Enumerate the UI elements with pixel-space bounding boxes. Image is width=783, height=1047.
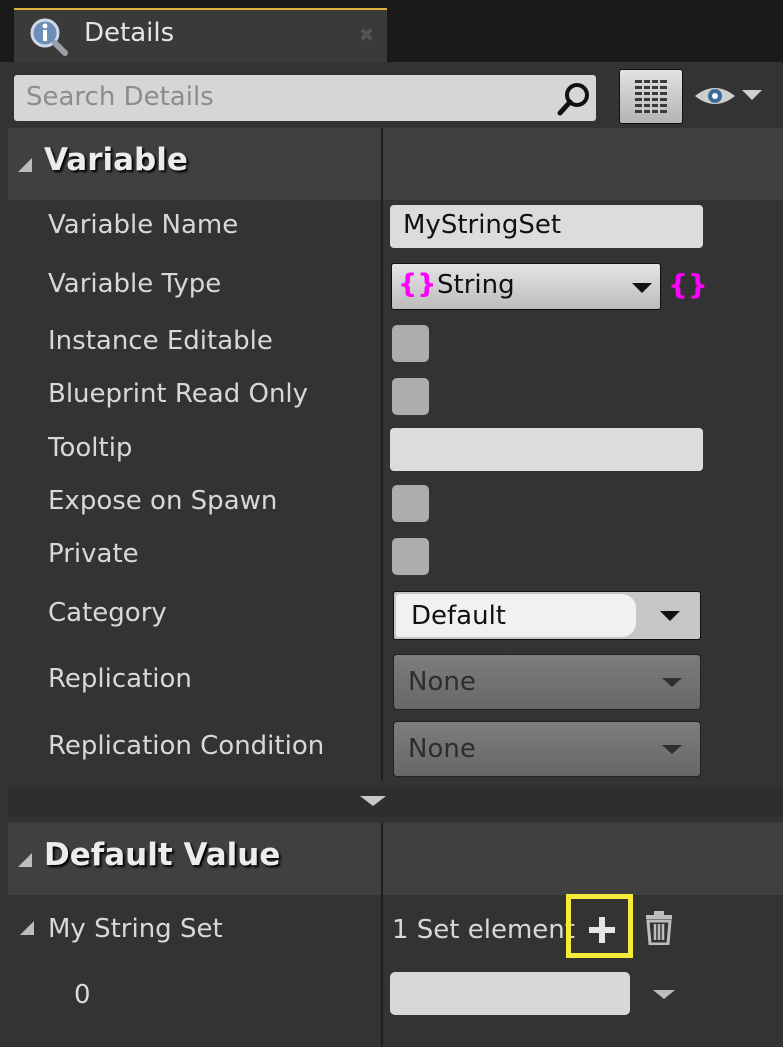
column-divider[interactable] — [381, 128, 383, 781]
close-icon[interactable]: ✖ — [359, 25, 374, 46]
private-checkbox[interactable] — [392, 538, 429, 575]
replication-condition-value: None — [408, 734, 476, 764]
tab-title: Details — [84, 18, 175, 48]
chevron-down-icon[interactable] — [653, 990, 675, 999]
search-icon[interactable] — [554, 79, 594, 119]
blueprint-read-only-label: Blueprint Read Only — [48, 379, 309, 409]
tab-bar: Details ✖ — [0, 0, 783, 62]
element-index: 0 — [74, 980, 91, 1010]
advanced-expander[interactable] — [8, 787, 783, 817]
element-value-field[interactable] — [390, 972, 630, 1015]
set-element-count: 1 Set element — [392, 915, 575, 945]
collapse-triangle-icon[interactable] — [18, 853, 32, 867]
blueprint-read-only-checkbox[interactable] — [392, 378, 429, 415]
add-element-button[interactable] — [566, 894, 633, 958]
replication-dropdown[interactable]: None — [393, 654, 701, 710]
category-dropdown[interactable]: Default — [393, 591, 701, 640]
tooltip-field[interactable] — [390, 428, 703, 471]
section-title: Default Value — [44, 837, 281, 873]
chevron-down-icon — [662, 745, 682, 754]
search-input[interactable]: Search Details — [26, 82, 214, 112]
instance-editable-checkbox[interactable] — [392, 325, 429, 362]
plus-icon — [589, 917, 615, 943]
replication-condition-label: Replication Condition — [48, 731, 325, 761]
details-panel: Search Details Variable Variable Name My… — [0, 62, 783, 1047]
container-type-icon[interactable]: {} — [668, 268, 708, 301]
variable-type-label: Variable Type — [48, 269, 222, 299]
replication-value: None — [408, 667, 476, 697]
section-title: Variable — [44, 142, 188, 178]
variable-type-value: String — [437, 270, 515, 300]
replication-label: Replication — [48, 664, 192, 694]
chevron-down-icon[interactable] — [742, 90, 762, 100]
string-pin-icon: {} — [398, 269, 437, 300]
replication-condition-dropdown[interactable]: None — [393, 721, 701, 777]
chevron-down-icon — [632, 283, 652, 293]
collapse-triangle-icon[interactable] — [20, 921, 34, 935]
expose-on-spawn-label: Expose on Spawn — [48, 486, 278, 516]
expand-arrow-icon — [360, 796, 386, 806]
variable-type-dropdown[interactable]: {} String — [391, 263, 661, 310]
eye-icon[interactable] — [693, 84, 737, 108]
chevron-down-icon[interactable] — [660, 611, 680, 621]
grid-view-icon — [635, 80, 667, 113]
chevron-down-icon — [662, 678, 682, 687]
trash-icon[interactable] — [645, 911, 673, 945]
variable-name-field[interactable]: MyStringSet — [390, 205, 703, 248]
expose-on-spawn-checkbox[interactable] — [392, 485, 429, 522]
variable-name-label: Variable Name — [48, 210, 239, 240]
my-string-set-label: My String Set — [48, 914, 223, 944]
collapse-triangle-icon[interactable] — [18, 158, 32, 172]
instance-editable-label: Instance Editable — [48, 326, 273, 356]
category-value: Default — [411, 601, 506, 631]
column-divider[interactable] — [381, 823, 383, 1047]
private-label: Private — [48, 539, 139, 569]
default-value-section-header[interactable]: Default Value — [8, 823, 783, 895]
details-tab[interactable]: Details ✖ — [14, 8, 387, 62]
category-label: Category — [48, 598, 167, 628]
tooltip-label: Tooltip — [48, 433, 133, 463]
property-matrix-button[interactable] — [619, 69, 683, 124]
category-input[interactable]: Default — [396, 594, 636, 637]
variable-section-header[interactable]: Variable — [8, 128, 783, 200]
details-icon — [30, 18, 68, 56]
search-box[interactable]: Search Details — [14, 75, 596, 121]
